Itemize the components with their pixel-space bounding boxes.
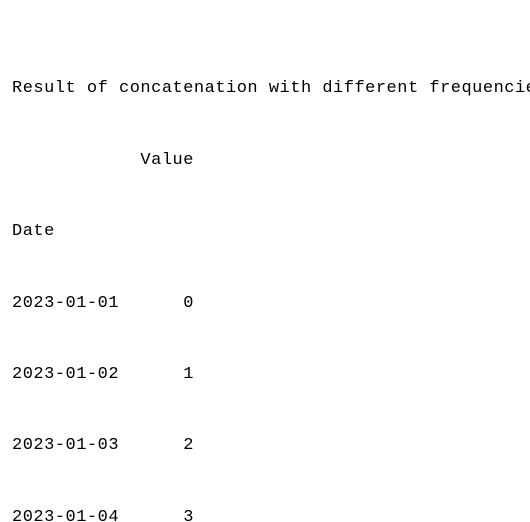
- table-row: 2023-01-03 2: [12, 434, 518, 458]
- block1-header: Value: [12, 149, 518, 173]
- block1-title: Result of concatenation with different f…: [12, 77, 518, 101]
- table-row: 2023-01-02 1: [12, 363, 518, 387]
- terminal-output: Result of concatenation with different f…: [0, 0, 530, 522]
- table-row: 2023-01-01 0: [12, 292, 518, 316]
- table-row: 2023-01-04 3: [12, 506, 518, 522]
- block1-index-label: Date: [12, 220, 518, 244]
